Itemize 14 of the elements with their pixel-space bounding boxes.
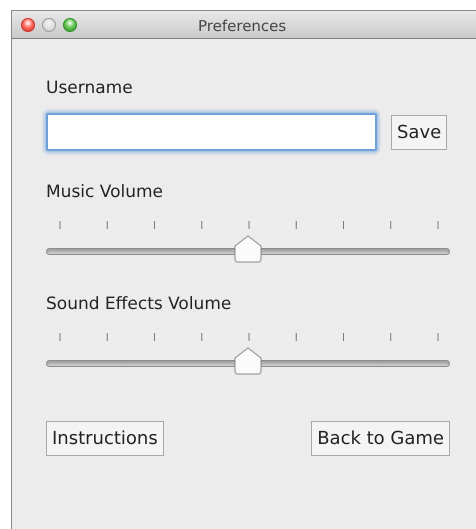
zoom-button[interactable] [63,18,77,32]
slider-label: Music Volume [46,181,163,203]
username-field[interactable] [46,113,377,151]
window-title: Preferences [198,16,286,37]
instructions-button[interactable]: Instructions [46,421,164,456]
slider-thumb[interactable] [233,235,263,263]
slider-thumb[interactable] [233,347,263,375]
back-to-game-button[interactable]: Back to Game [311,421,450,456]
slider-label: Sound Effects Volume [46,293,232,315]
save-button[interactable]: Save [391,114,448,150]
close-button[interactable] [21,18,35,32]
slider-track[interactable] [46,360,450,367]
username-label: Username [46,77,133,99]
slider-track[interactable] [46,248,450,255]
